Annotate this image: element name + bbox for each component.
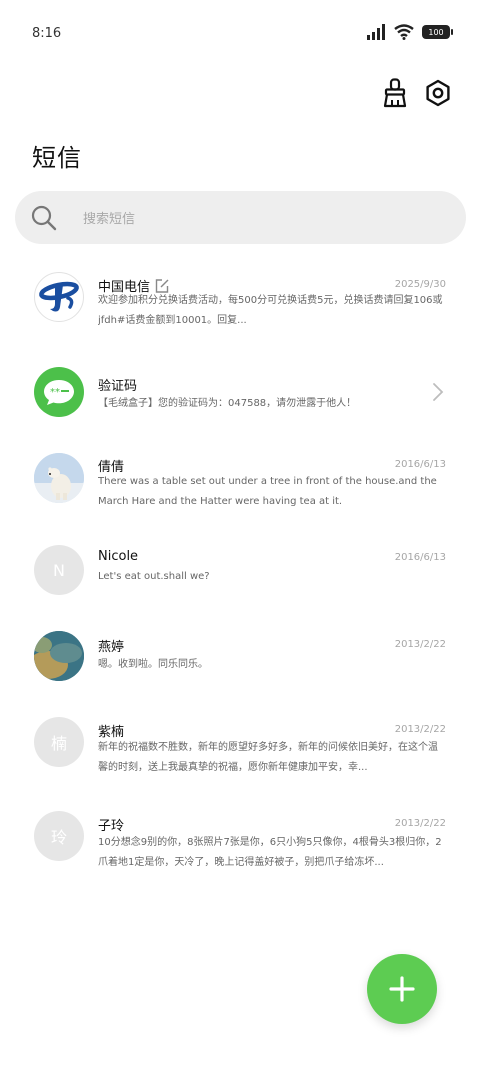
- svg-text:**: **: [50, 387, 60, 398]
- contact-name-text: 验证码: [98, 379, 138, 394]
- message-preview: 欢迎参加积分兑换话费活动，每500分可兑换话费5元，兑换话费请回复106或jfd…: [98, 295, 443, 326]
- message-item[interactable]: 倩倩 2016/6/13 There was a table set out u…: [0, 444, 480, 538]
- message-date: 2016/6/13: [394, 552, 446, 563]
- message-preview: 【毛绒盒子】您的验证码为：047588，请勿泄露于他人！: [98, 398, 357, 409]
- message-preview: 新年的祝福数不胜数，新年的愿望好多好多，新年的问候依旧美好，在这个温馨的时刻，送…: [98, 742, 438, 773]
- plus-icon: [389, 976, 415, 1002]
- verification-avatar: **: [34, 367, 84, 417]
- contact-name-text: 燕婷: [98, 640, 125, 655]
- status-icons: 100: [366, 24, 453, 40]
- battery-level: 100: [428, 27, 444, 37]
- settings-icon: [426, 79, 450, 107]
- message-item[interactable]: 中国电信 2025/9/30 欢迎参加积分兑换话费活动，每500分可兑换话费5元…: [0, 262, 480, 358]
- page-title: 短信: [32, 144, 82, 172]
- status-time: 8:16: [32, 26, 62, 41]
- message-date: 2016/6/13: [394, 459, 446, 470]
- chat-bubble-icon: **: [44, 380, 74, 405]
- contact-name: 燕婷: [98, 636, 124, 655]
- avatar-initial: 楠: [50, 734, 67, 753]
- message-date: 2013/2/22: [394, 818, 446, 829]
- message-preview: 嗯。收到啦。同乐同乐。: [98, 659, 208, 670]
- contact-name-text: Nicole: [98, 549, 139, 564]
- message-date: 2025/9/30: [394, 279, 446, 290]
- avatar: 玲: [34, 811, 84, 861]
- clean-button[interactable]: [378, 76, 412, 110]
- avatar: N: [34, 545, 84, 595]
- china-telecom-logo-icon: [39, 281, 79, 312]
- china-telecom-logo-avatar: [34, 272, 84, 322]
- message-item[interactable]: 燕婷 2013/2/22 嗯。收到啦。同乐同乐。: [0, 624, 480, 710]
- message-item[interactable]: N Nicole 2016/6/13 Let's eat out.shall w…: [0, 538, 480, 624]
- message-item[interactable]: 楠 紫楠 2013/2/22 新年的祝福数不胜数，新年的愿望好多好多，新年的问候…: [0, 710, 480, 804]
- message-preview: 10分想念9别的你，8张照片7张是你，6只小狗5只像你，4根骨头3根归你，2爪着…: [98, 837, 442, 868]
- search-input[interactable]: 搜索短信: [83, 208, 135, 227]
- search-icon: [31, 205, 57, 231]
- message-preview: There was a table set out under a tree i…: [98, 476, 437, 507]
- avatar-initial: N: [53, 560, 65, 580]
- avatar: 楠: [34, 717, 84, 767]
- settings-button[interactable]: [421, 76, 455, 110]
- message-preview: Let's eat out.shall we?: [98, 571, 210, 582]
- photo-icon: [34, 631, 84, 681]
- broom-icon: [383, 78, 407, 108]
- contact-name: Nicole: [98, 549, 138, 564]
- message-item[interactable]: ** 验证码 【毛绒盒子】您的验证码为：047588，请勿泄露于他人！: [0, 358, 480, 444]
- wifi-icon: [394, 24, 414, 40]
- polar-bear-avatar: [34, 453, 84, 503]
- message-date: 2013/2/22: [394, 724, 446, 735]
- battery-icon: 100: [422, 25, 453, 39]
- contact-name-text: 子玲: [98, 819, 125, 834]
- avatar-initial: 玲: [50, 828, 67, 847]
- photo-avatar: [34, 631, 84, 681]
- contact-name: 验证码: [98, 375, 137, 394]
- message-date: 2013/2/22: [394, 639, 446, 650]
- new-message-button[interactable]: [367, 954, 437, 1024]
- message-item[interactable]: 玲 子玲 2013/2/22 10分想念9别的你，8张照片7张是你，6只小狗5只…: [0, 804, 480, 898]
- status-bar: 8:16 100: [0, 0, 480, 66]
- contact-name: 子玲: [98, 815, 124, 834]
- chevron-right-icon[interactable]: [432, 382, 444, 402]
- signal-icon: [367, 24, 385, 40]
- polar-bear-icon: [34, 453, 84, 503]
- search-bar[interactable]: 搜索短信: [15, 191, 466, 244]
